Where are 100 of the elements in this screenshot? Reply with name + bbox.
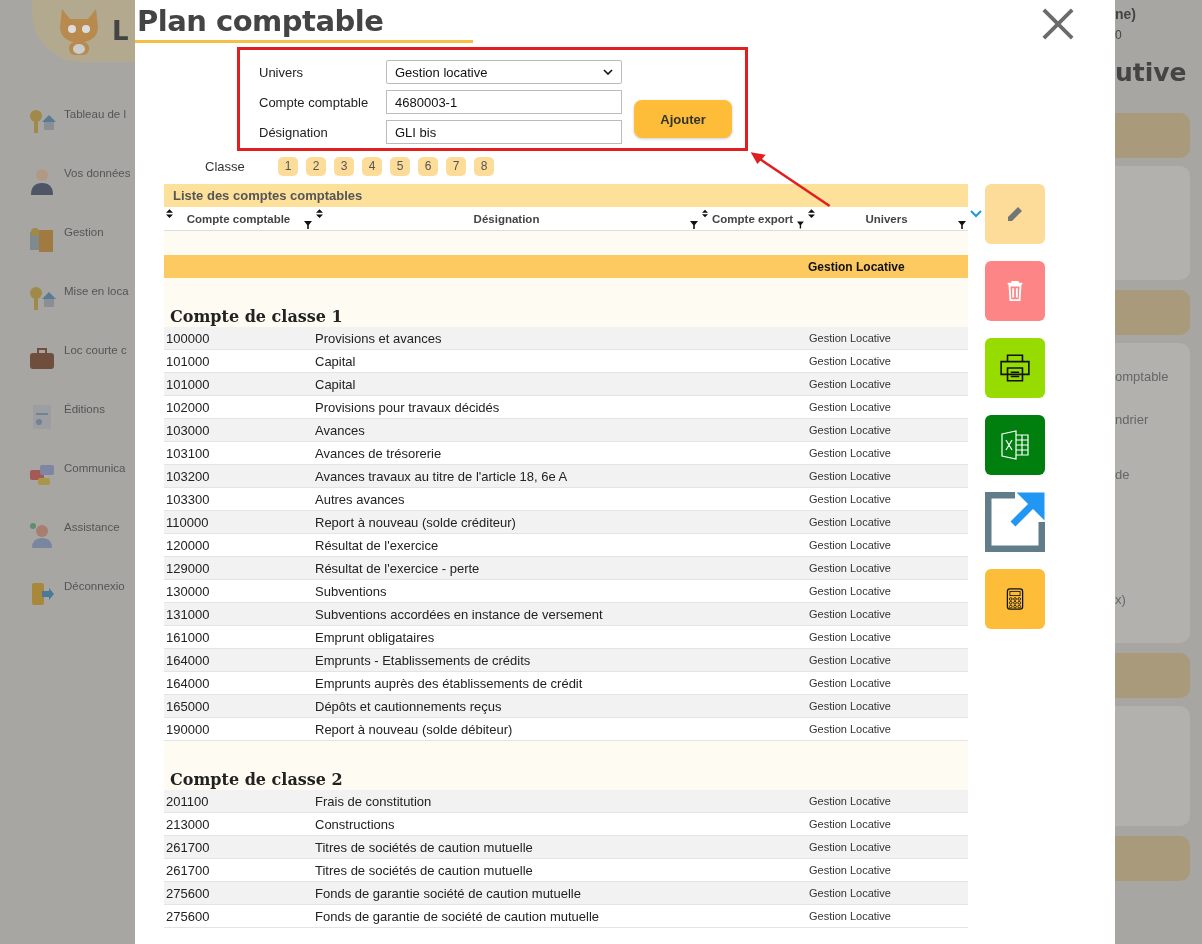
table-cell-text: Gestion Locative <box>808 864 892 876</box>
dialog-title: Plan comptable <box>135 0 474 43</box>
sort-icon[interactable] <box>166 209 173 218</box>
column-header[interactable]: Désignation <box>327 212 686 225</box>
table-cell-text: Gestion Locative <box>808 608 892 620</box>
spreadsheet-icon <box>999 430 1031 460</box>
table-cell-text: Gestion Locative <box>808 654 892 666</box>
table-cell-text: 261700 <box>165 839 211 855</box>
section-heading: Compte de classe 1 <box>169 306 344 327</box>
filter-icon[interactable] <box>797 221 804 229</box>
sidebar-item[interactable]: Déconnexio <box>64 580 125 592</box>
table-cell-text: 190000 <box>165 721 211 737</box>
field-label: Univers <box>259 64 305 80</box>
table-cell-text: 102000 <box>165 399 211 415</box>
table-cell-text: Gestion Locative <box>808 447 892 459</box>
table-cell-text: Avances <box>314 422 366 438</box>
table-cell-text: Report à nouveau (solde créditeur) <box>314 514 517 530</box>
close-icon[interactable] <box>1041 7 1075 41</box>
table-cell-text: Gestion Locative <box>808 700 892 712</box>
external-link-button[interactable] <box>985 492 1045 552</box>
table-cell-text: Gestion Locative <box>808 516 892 528</box>
table-cell-text: Provisions pour travaux décidés <box>314 399 501 415</box>
filter-icon[interactable] <box>958 221 966 229</box>
class-label: Classe <box>205 158 246 174</box>
add-button[interactable]: Ajouter <box>634 100 732 138</box>
table-cell-text: Gestion Locative <box>808 562 892 574</box>
sort-icon[interactable] <box>316 209 323 218</box>
sidebar-item[interactable]: Loc courte c <box>64 344 127 356</box>
table-cell-text: 275600 <box>165 885 211 901</box>
sidebar-item[interactable]: Communica <box>64 462 126 474</box>
table-cell-text: Gestion Locative <box>808 887 892 899</box>
account-input[interactable]: 4680003-1 <box>386 90 622 114</box>
class-filter-button[interactable]: 1 <box>278 156 298 176</box>
sort-icon[interactable] <box>702 209 708 218</box>
trash-icon <box>1005 280 1025 302</box>
filter-icon[interactable] <box>304 221 312 229</box>
column-header[interactable]: Univers <box>819 212 954 225</box>
table-cell-text: Provisions et avances <box>314 330 443 346</box>
table-cell-text: 110000 <box>165 514 210 530</box>
designation-input[interactable]: GLI bis <box>386 120 622 144</box>
table-cell-text: 164000 <box>165 652 211 668</box>
sidebar-item[interactable]: Mise en loca <box>64 285 129 297</box>
table-cell-text: Capital <box>314 353 357 369</box>
column-header[interactable]: Compte comptable <box>177 212 300 225</box>
table-cell-text: Constructions <box>314 816 396 832</box>
edit-button[interactable] <box>985 184 1045 244</box>
table-cell-text: Résultat de l'exercice - perte <box>314 560 481 576</box>
logo-text: L <box>112 16 129 46</box>
sidebar-item[interactable]: Gestion <box>64 226 104 238</box>
table-cell-text: Fonds de garantie de société de caution mutuelle <box>314 908 601 924</box>
sidebar-item[interactable]: Assistance <box>64 521 120 533</box>
sidebar-item[interactable]: Vos données <box>64 167 131 179</box>
chevron-down-icon <box>603 69 613 75</box>
class-filter-button[interactable]: 8 <box>474 156 494 176</box>
table-cell-text: 101000 <box>165 353 211 369</box>
table-cell-text: Avances de trésorerie <box>314 445 443 461</box>
class-filter-button[interactable]: 3 <box>334 156 354 176</box>
class-filter-button[interactable]: 5 <box>390 156 410 176</box>
class-filter-button[interactable]: 4 <box>362 156 382 176</box>
table-cell-text: 120000 <box>165 537 211 553</box>
table-cell-text: 164000 <box>165 675 211 691</box>
table-cell-text: 101000 <box>165 376 211 392</box>
print-button[interactable] <box>985 338 1045 398</box>
printer-icon <box>999 353 1031 383</box>
sort-icon[interactable] <box>808 209 815 218</box>
table-cell-text: Report à nouveau (solde débiteur) <box>314 721 514 737</box>
table-cell-text: Gestion Locative <box>808 470 892 482</box>
card-text: omptable <box>1115 369 1170 384</box>
excel-button[interactable] <box>985 415 1045 475</box>
sidebar-item[interactable]: Tableau de l <box>64 108 127 120</box>
table-cell-text: Dépôts et cautionnements reçus <box>314 698 503 714</box>
person-icon[interactable] <box>28 167 56 195</box>
class-filter-button[interactable]: 2 <box>306 156 326 176</box>
table-cell-text: 201100 <box>165 793 210 809</box>
table-cell-text: Gestion Locative <box>808 910 892 922</box>
sidebar-item[interactable]: Éditions <box>64 403 105 415</box>
table-cell-text: Avances travaux au titre de l'article 18, 6e A <box>314 468 569 484</box>
column-header[interactable]: Compte export <box>712 212 794 225</box>
table-cell-text: Capital <box>314 376 357 392</box>
table-cell-text: Titres de sociétés de caution mutuelle <box>314 839 534 855</box>
table-cell-text: Autres avances <box>314 491 406 507</box>
table-cell-text: 103000 <box>165 422 211 438</box>
table-cell-text: 129000 <box>165 560 211 576</box>
field-label: Désignation <box>259 124 329 140</box>
univers-select[interactable]: Gestion locative <box>386 60 622 84</box>
field-label: Compte comptable <box>259 94 370 110</box>
card-text: de <box>1115 467 1131 482</box>
filter-icon[interactable] <box>690 221 698 229</box>
table-cell-text: Gestion Locative <box>808 818 892 830</box>
class-filter-button[interactable]: 7 <box>446 156 466 176</box>
table-cell-text: Résultat de l'exercice <box>314 537 440 553</box>
table-cell-text: Gestion Locative <box>808 378 892 390</box>
calculator-button[interactable] <box>985 569 1045 629</box>
delete-button[interactable] <box>985 261 1045 321</box>
table-cell-text: Gestion Locative <box>808 539 892 551</box>
class-filter-button[interactable]: 6 <box>418 156 438 176</box>
table-cell-text: Gestion Locative <box>808 631 892 643</box>
table-cell-text: Gestion Locative <box>808 677 892 689</box>
table-cell-text: 103100 <box>165 445 211 461</box>
chevron-down-icon[interactable] <box>970 210 982 218</box>
